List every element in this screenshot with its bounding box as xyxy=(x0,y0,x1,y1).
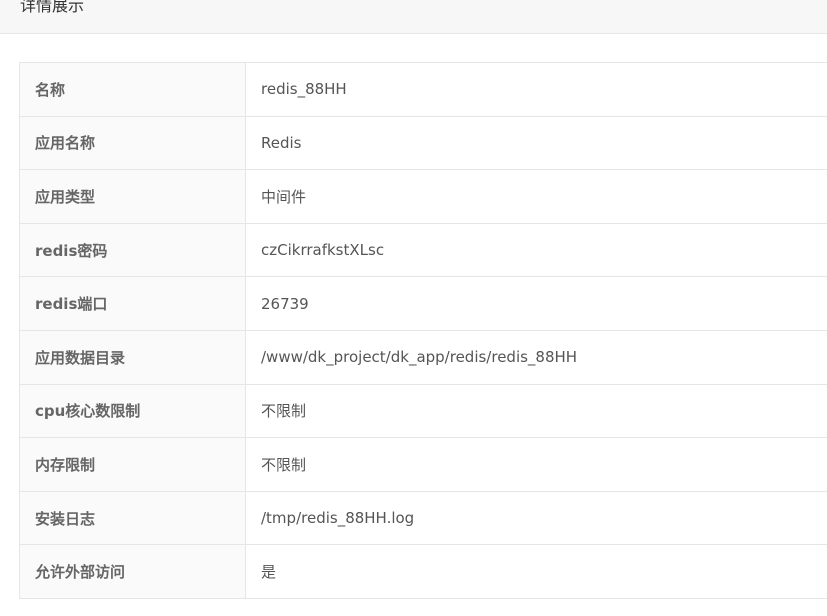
field-value: 不限制 xyxy=(245,383,827,439)
table-row: cpu核心数限制 不限制 xyxy=(19,383,827,439)
field-value: Redis xyxy=(245,115,827,171)
table-row: redis密码 czCikrrafkstXLsc xyxy=(19,222,827,278)
table-row: 应用名称 Redis xyxy=(19,115,827,171)
detail-table: 名称 redis_88HH 应用名称 Redis 应用类型 中间件 redis密… xyxy=(19,62,827,599)
table-row: redis端口 26739 xyxy=(19,276,827,331)
field-label: 名称 xyxy=(19,62,246,117)
table-row: 名称 redis_88HH xyxy=(19,62,827,117)
field-label: 安装日志 xyxy=(19,490,246,546)
table-row: 安装日志 /tmp/redis_88HH.log xyxy=(19,490,827,546)
table-row: 应用数据目录 /www/dk_project/dk_app/redis/redi… xyxy=(19,329,827,385)
field-value: 不限制 xyxy=(245,437,827,492)
table-row: 内存限制 不限制 xyxy=(19,437,827,492)
page-title: 详情展示 xyxy=(20,0,85,15)
table-row: 允许外部访问 是 xyxy=(19,544,827,599)
field-label: 应用数据目录 xyxy=(19,329,246,385)
field-label: 内存限制 xyxy=(19,437,246,492)
field-value: 26739 xyxy=(245,276,827,331)
field-label: 允许外部访问 xyxy=(19,544,246,599)
field-label: 应用名称 xyxy=(19,115,246,171)
field-value: czCikrrafkstXLsc xyxy=(245,222,827,278)
field-label: redis端口 xyxy=(19,276,246,331)
field-value: /www/dk_project/dk_app/redis/redis_88HH xyxy=(245,329,827,385)
field-value: 是 xyxy=(245,544,827,599)
field-value: /tmp/redis_88HH.log xyxy=(245,490,827,546)
field-value: 中间件 xyxy=(245,169,827,224)
table-row: 应用类型 中间件 xyxy=(19,169,827,224)
field-label: redis密码 xyxy=(19,222,246,278)
panel-header: 详情展示 xyxy=(0,0,827,34)
field-label: 应用类型 xyxy=(19,169,246,224)
field-label: cpu核心数限制 xyxy=(19,383,246,439)
field-value: redis_88HH xyxy=(245,62,827,117)
